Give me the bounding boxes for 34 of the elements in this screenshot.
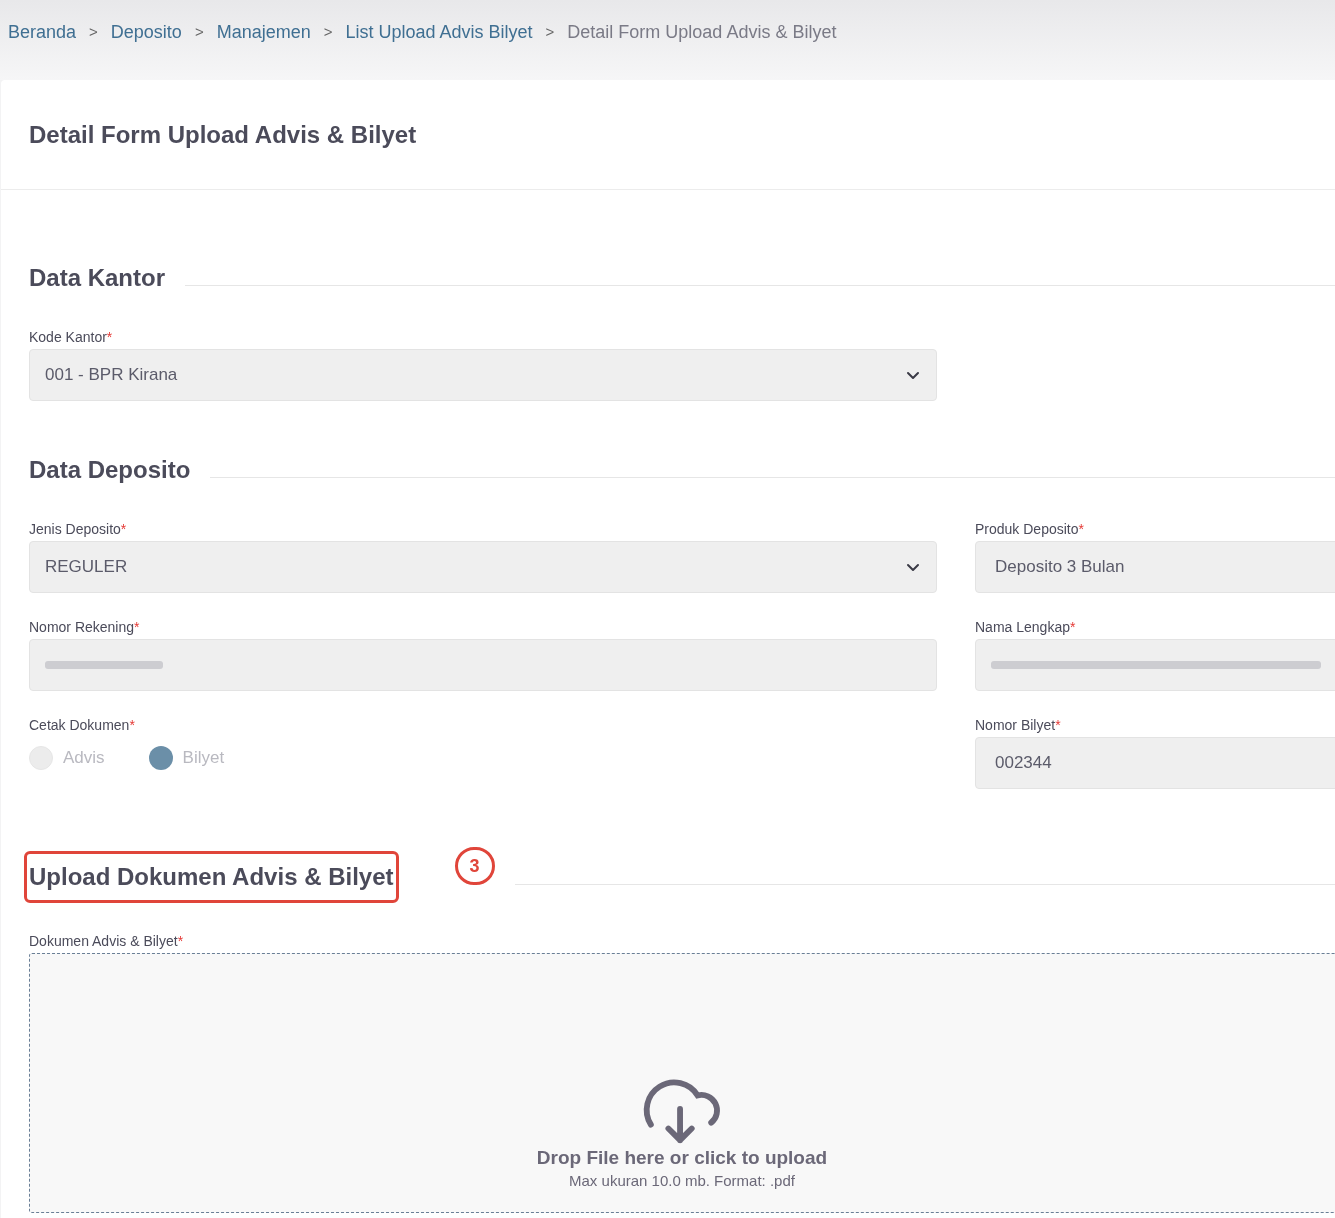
section-title: Data Deposito: [29, 455, 191, 485]
input-field[interactable]: [29, 639, 937, 691]
radio-button[interactable]: [29, 745, 53, 770]
upload-dropzone[interactable]: Drop File here or click to upload Max ukuran 10.0 mb. Format: .pdf: [29, 953, 1335, 1213]
field-label: Jenis Deposito*: [29, 521, 128, 537]
page-title: Detail Form Upload Advis & Bilyet: [29, 119, 417, 150]
select-field[interactable]: REGULER: [29, 541, 937, 593]
upload-prompt: Drop File here or click to upload: [536, 1146, 828, 1170]
radio-label: Advis: [63, 747, 105, 769]
radio-button[interactable]: [148, 745, 173, 770]
section-title: Data Kantor: [29, 263, 166, 293]
breadcrumb-link[interactable]: Deposito: [110, 18, 182, 46]
upload-hint: Max ukuran 10.0 mb. Format: .pdf: [569, 1172, 795, 1190]
breadcrumb-separator: >: [89, 21, 98, 42]
radio-label: Bilyet: [182, 747, 225, 769]
section-title: Upload Dokumen Advis & Bilyet: [24, 851, 399, 903]
field-label: Nomor Rekening*: [29, 619, 141, 635]
select-field[interactable]: 001 - BPR Kirana: [29, 349, 937, 401]
field-label: Cetak Dokumen*: [29, 717, 136, 733]
input-field[interactable]: [975, 639, 1335, 691]
field-label: Kode Kantor*: [29, 329, 114, 345]
step-marker: 3: [454, 847, 495, 885]
breadcrumb-separator: >: [545, 21, 555, 42]
field-label: Nama Lengkap*: [975, 619, 1077, 635]
breadcrumb-link[interactable]: Manajemen: [216, 18, 311, 46]
field-label: Produk Deposito*: [975, 521, 1085, 537]
field-label: Nomor Bilyet*: [975, 717, 1062, 733]
breadcrumb-link[interactable]: Beranda: [8, 18, 77, 46]
breadcrumb-link[interactable]: List Upload Advis Bilyet: [345, 18, 533, 46]
breadcrumb-separator: >: [323, 21, 333, 42]
input-field[interactable]: 002344: [975, 737, 1335, 789]
field-label: Dokumen Advis & Bilyet*: [29, 933, 185, 949]
input-field[interactable]: Deposito 3 Bulan: [975, 541, 1335, 593]
breadcrumb-separator: >: [194, 21, 204, 42]
